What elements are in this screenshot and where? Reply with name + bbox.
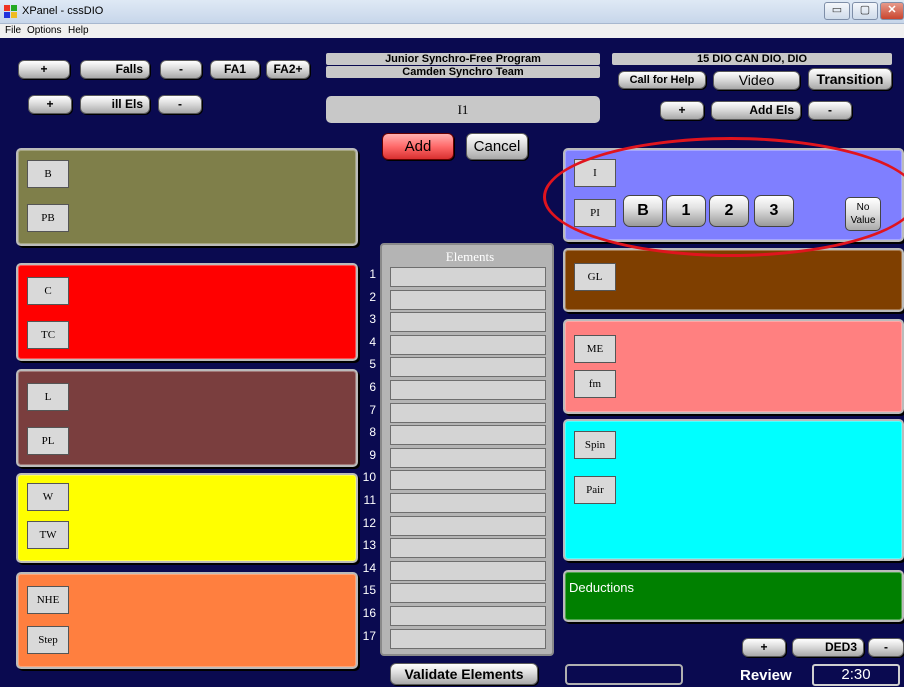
- element-slot[interactable]: [390, 312, 546, 333]
- menu-file[interactable]: File: [5, 24, 21, 38]
- element-slot[interactable]: [390, 380, 546, 400]
- close-button[interactable]: ✕: [880, 2, 904, 20]
- maximize-button[interactable]: ▢: [852, 2, 878, 20]
- element-nhe-button[interactable]: NHE: [27, 586, 69, 614]
- element-c-button[interactable]: C: [27, 277, 69, 305]
- element-row-number: 13: [362, 538, 376, 553]
- element-fm-button[interactable]: fm: [574, 370, 616, 398]
- deductions-label: Deductions: [569, 580, 635, 595]
- element-slot[interactable]: [390, 606, 546, 626]
- element-row-number: 12: [362, 515, 376, 530]
- element-tw-button[interactable]: TW: [27, 521, 69, 549]
- element-row-number: 7: [369, 402, 376, 417]
- panel-b: B PB: [16, 148, 358, 246]
- element-row-number: 11: [363, 493, 376, 507]
- fa2-button[interactable]: FA2+: [266, 60, 310, 79]
- add-els-button[interactable]: Add Els: [711, 101, 801, 120]
- element-row-number: 8: [369, 425, 376, 440]
- panel-c: C TC: [16, 263, 358, 361]
- ill-els-button[interactable]: ill Els: [80, 95, 150, 114]
- element-row-number: 14: [362, 560, 376, 575]
- element-step-button[interactable]: Step: [27, 626, 69, 654]
- element-row-number: 5: [369, 357, 376, 372]
- status-field: [565, 664, 683, 685]
- element-b-button[interactable]: B: [27, 160, 69, 188]
- element-row-number: 10: [362, 470, 376, 485]
- panel-l: L PL: [16, 369, 358, 467]
- element-spin-button[interactable]: Spin: [574, 431, 616, 459]
- menu-help[interactable]: Help: [68, 24, 89, 38]
- panel-spin: Spin Pair: [563, 419, 904, 561]
- element-slot[interactable]: [390, 334, 546, 355]
- elements-list: Elements: [380, 243, 554, 656]
- panel-me: ME fm: [563, 319, 904, 414]
- ded-plus-button[interactable]: +: [742, 638, 786, 657]
- element-slot[interactable]: [390, 493, 546, 513]
- ded3-button[interactable]: DED3: [792, 638, 864, 657]
- review-label: Review: [740, 667, 792, 684]
- falls-plus-button[interactable]: +: [18, 60, 70, 79]
- video-button[interactable]: Video: [713, 71, 800, 90]
- element-slot[interactable]: [390, 289, 546, 310]
- element-pb-button[interactable]: PB: [27, 204, 69, 232]
- element-row-number: 1: [369, 267, 376, 281]
- menu-options[interactable]: Options: [27, 24, 61, 38]
- element-slot[interactable]: [390, 402, 546, 423]
- fa1-button[interactable]: FA1: [210, 60, 260, 79]
- element-slot[interactable]: [390, 267, 546, 287]
- element-me-button[interactable]: ME: [574, 335, 616, 363]
- element-slot[interactable]: [390, 560, 546, 581]
- element-pl-button[interactable]: PL: [27, 427, 69, 455]
- element-slot[interactable]: [390, 538, 546, 559]
- transition-button[interactable]: Transition: [808, 68, 892, 90]
- element-row-number: 16: [362, 606, 376, 620]
- falls-minus-button[interactable]: -: [160, 60, 202, 79]
- panel-nhe: NHE Step: [16, 572, 358, 669]
- element-slot[interactable]: [390, 628, 546, 649]
- element-row-number: 3: [369, 312, 376, 327]
- panel-w: W TW: [16, 473, 358, 563]
- minimize-button[interactable]: ▭: [824, 2, 850, 20]
- ill-els-minus-button[interactable]: -: [158, 95, 202, 114]
- element-pair-button[interactable]: Pair: [574, 476, 616, 504]
- judge-name: 15 DIO CAN DIO, DIO: [612, 53, 892, 65]
- falls-button[interactable]: Falls: [80, 60, 150, 79]
- current-element-display: I1: [326, 96, 600, 123]
- element-slot[interactable]: [390, 470, 546, 491]
- team-name: Camden Synchro Team: [326, 66, 600, 78]
- program-name: Junior Synchro-Free Program: [326, 53, 600, 65]
- panel-gl: GL: [563, 248, 904, 312]
- element-l-button[interactable]: L: [27, 383, 69, 411]
- highlight-circle: [543, 137, 904, 257]
- element-row-number: 9: [369, 447, 376, 462]
- add-els-minus-button[interactable]: -: [808, 101, 852, 120]
- add-els-plus-button[interactable]: +: [660, 101, 704, 120]
- panel-deductions[interactable]: Deductions: [563, 570, 904, 622]
- element-w-button[interactable]: W: [27, 483, 69, 511]
- element-row-number: 4: [369, 334, 376, 349]
- ill-els-plus-button[interactable]: +: [28, 95, 72, 114]
- element-slot[interactable]: [390, 515, 546, 536]
- menu-bar: File Options Help: [0, 24, 904, 38]
- element-row-number: 15: [362, 583, 376, 598]
- timer-display: 2:30: [812, 664, 900, 686]
- app-icon: [4, 5, 18, 18]
- call-for-help-button[interactable]: Call for Help: [618, 71, 706, 89]
- add-button[interactable]: Add: [382, 133, 454, 160]
- element-row-number: 6: [369, 380, 376, 394]
- validate-elements-button[interactable]: Validate Elements: [390, 663, 538, 685]
- ded-minus-button[interactable]: -: [868, 638, 904, 657]
- cancel-button[interactable]: Cancel: [466, 133, 528, 160]
- element-slot[interactable]: [390, 447, 546, 468]
- element-row-number: 17: [362, 628, 376, 643]
- window-title: XPanel - cssDIO: [22, 5, 104, 17]
- element-row-number: 2: [369, 289, 376, 304]
- element-tc-button[interactable]: TC: [27, 321, 69, 349]
- element-slot[interactable]: [390, 425, 546, 446]
- title-bar: XPanel - cssDIO ▭ ▢ ✕: [0, 0, 904, 24]
- elements-header: Elements: [445, 249, 495, 264]
- element-slot[interactable]: [390, 583, 546, 604]
- element-gl-button[interactable]: GL: [574, 263, 616, 291]
- element-slot[interactable]: [390, 357, 546, 378]
